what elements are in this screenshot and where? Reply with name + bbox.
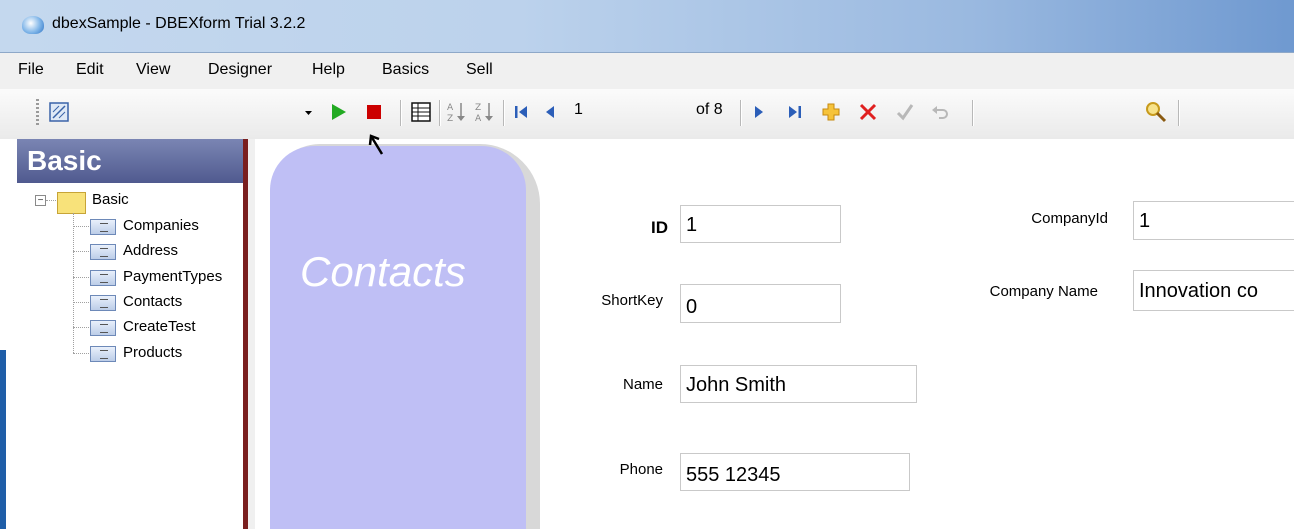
shortkey-field[interactable]: 0 xyxy=(680,284,841,323)
previous-record-icon[interactable] xyxy=(544,104,556,120)
form-title: Contacts xyxy=(300,248,466,295)
tree-item-products[interactable]: Products xyxy=(123,344,182,361)
tree-root-basic[interactable]: Basic xyxy=(92,191,129,208)
window-edge xyxy=(0,350,6,529)
menu-edit[interactable]: Edit xyxy=(76,61,104,79)
app-window: dbexSample - DBEXform Trial 3.2.2 File E… xyxy=(0,0,1294,529)
menu-help[interactable]: Help xyxy=(312,61,345,79)
undo-icon[interactable] xyxy=(930,102,950,122)
add-record-icon[interactable] xyxy=(822,103,840,121)
tree-connector xyxy=(73,213,74,353)
tree-connector xyxy=(46,200,56,201)
menu-designer[interactable]: Designer xyxy=(208,61,272,79)
toolbar: A Z Z A 1 of 8 xyxy=(0,89,1294,139)
phone-label: Phone xyxy=(619,461,663,478)
toolbar-separator xyxy=(1178,100,1180,126)
search-icon[interactable] xyxy=(1144,100,1168,124)
designer-icon[interactable] xyxy=(48,101,70,123)
menu-file[interactable]: File xyxy=(18,61,44,79)
form-title-card xyxy=(270,146,526,529)
panel-header: Basic xyxy=(17,139,243,183)
toolbar-separator xyxy=(503,100,505,126)
tree-item-createtest[interactable]: CreateTest xyxy=(123,318,196,335)
save-record-icon[interactable] xyxy=(895,102,915,122)
menu-sell[interactable]: Sell xyxy=(466,61,493,79)
tree-item-contacts[interactable]: Contacts xyxy=(123,293,182,310)
tree-connector xyxy=(73,353,89,354)
companyid-field[interactable]: 1 xyxy=(1133,201,1294,240)
id-label: ID xyxy=(651,218,668,237)
svg-text:Z: Z xyxy=(475,103,481,113)
grid-icon[interactable] xyxy=(410,101,432,123)
menu-basics[interactable]: Basics xyxy=(382,61,429,79)
menu-view[interactable]: View xyxy=(136,61,170,79)
title-bar: dbexSample - DBEXform Trial 3.2.2 xyxy=(0,0,1294,53)
menu-bar: File Edit View Designer Help Basics Sell xyxy=(0,53,1294,89)
panel-header-title: Basic xyxy=(27,145,102,176)
table-icon xyxy=(90,320,116,336)
toolbar-separator xyxy=(439,100,441,126)
folder-icon xyxy=(57,192,86,214)
sort-ascending-icon[interactable]: A Z xyxy=(446,100,468,124)
svg-text:A: A xyxy=(447,103,454,113)
app-icon xyxy=(22,16,44,34)
phone-field[interactable]: 555 12345 xyxy=(680,453,910,491)
tree-item-address[interactable]: Address xyxy=(123,242,178,259)
table-icon xyxy=(90,244,116,260)
next-record-icon[interactable] xyxy=(753,104,765,120)
tree-item-companies[interactable]: Companies xyxy=(123,217,199,234)
table-icon xyxy=(90,346,116,362)
tree-connector xyxy=(73,226,89,227)
tree-view: − Basic Companies Address PaymentTypes C… xyxy=(17,183,243,529)
record-position[interactable]: 1 xyxy=(574,101,583,119)
delete-record-icon[interactable] xyxy=(858,102,878,122)
first-record-icon[interactable] xyxy=(513,104,529,120)
toolbar-separator xyxy=(972,100,974,126)
table-icon xyxy=(90,270,116,286)
table-icon xyxy=(90,219,116,235)
toolbar-grip[interactable] xyxy=(36,99,39,127)
companyname-field[interactable]: Innovation co xyxy=(1133,270,1294,311)
svg-text:A: A xyxy=(475,114,482,124)
tree-connector xyxy=(73,251,89,252)
toolbar-separator xyxy=(740,100,742,126)
table-icon xyxy=(90,295,116,311)
run-icon[interactable] xyxy=(330,102,348,122)
window-title: dbexSample - DBEXform Trial 3.2.2 xyxy=(52,15,306,32)
last-record-icon[interactable] xyxy=(787,104,803,120)
panel-splitter[interactable] xyxy=(243,139,248,529)
svg-text:Z: Z xyxy=(447,114,453,124)
collapse-icon[interactable]: − xyxy=(35,195,46,206)
dropdown-arrow-icon[interactable] xyxy=(305,109,313,117)
name-field[interactable]: John Smith xyxy=(680,365,917,403)
companyid-label: CompanyId xyxy=(1031,210,1108,227)
tree-connector xyxy=(73,327,89,328)
toolbar-separator xyxy=(400,100,402,126)
companyname-label: Company Name xyxy=(989,283,1098,300)
tree-connector xyxy=(73,277,89,278)
tree-item-paymenttypes[interactable]: PaymentTypes xyxy=(123,268,222,285)
name-label: Name xyxy=(622,376,663,393)
stop-icon[interactable] xyxy=(366,104,382,120)
tree-connector xyxy=(73,302,89,303)
sort-descending-icon[interactable]: Z A xyxy=(474,100,496,124)
record-count: of 8 xyxy=(696,101,723,118)
id-field[interactable]: 1 xyxy=(680,205,841,243)
mouse-pointer-icon xyxy=(368,134,384,155)
shortkey-label: ShortKey xyxy=(601,292,663,309)
